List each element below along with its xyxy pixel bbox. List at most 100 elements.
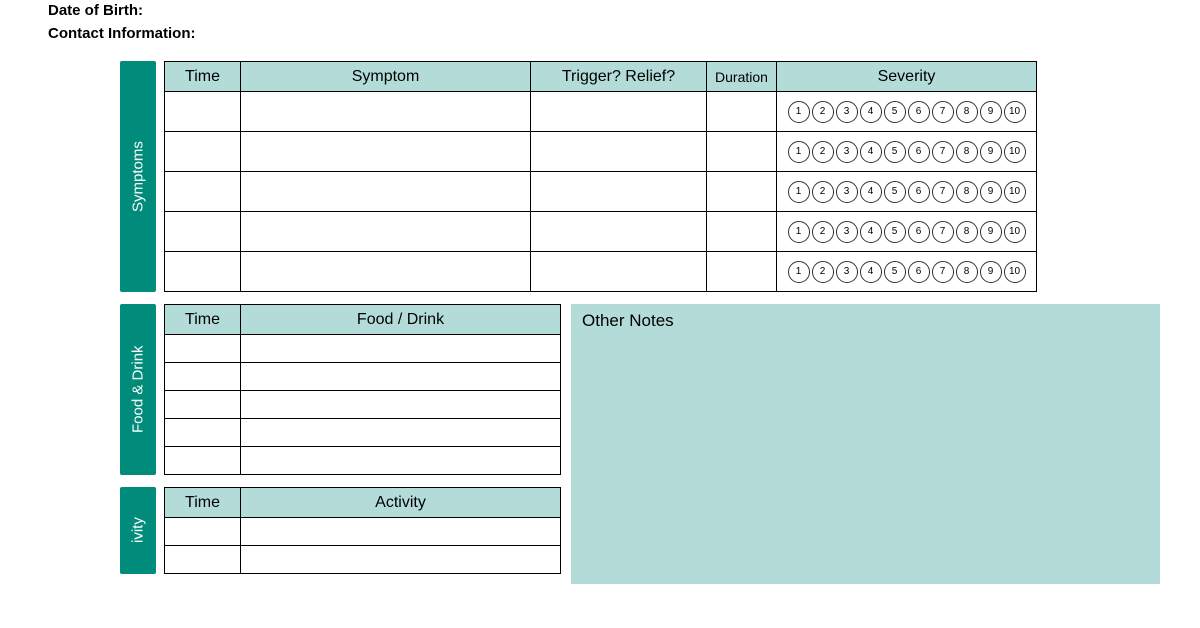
severity-cell: 12345678910 bbox=[777, 172, 1037, 212]
cell[interactable] bbox=[241, 391, 561, 419]
severity-dot[interactable]: 2 bbox=[812, 181, 834, 203]
cell[interactable] bbox=[531, 92, 707, 132]
severity-dot[interactable]: 1 bbox=[788, 141, 810, 163]
severity-dot[interactable]: 6 bbox=[908, 261, 930, 283]
cell[interactable] bbox=[165, 335, 241, 363]
severity-dot[interactable]: 6 bbox=[908, 181, 930, 203]
severity-dot[interactable]: 10 bbox=[1004, 261, 1026, 283]
cell[interactable] bbox=[241, 363, 561, 391]
severity-dot[interactable]: 5 bbox=[884, 101, 906, 123]
table-row: 12345678910 bbox=[165, 212, 1037, 252]
cell[interactable] bbox=[241, 546, 561, 574]
col-duration: Duration bbox=[707, 62, 777, 92]
severity-dot[interactable]: 4 bbox=[860, 221, 882, 243]
severity-dot[interactable]: 1 bbox=[788, 181, 810, 203]
severity-dot[interactable]: 1 bbox=[788, 261, 810, 283]
cell[interactable] bbox=[241, 252, 531, 292]
severity-cell: 12345678910 bbox=[777, 92, 1037, 132]
cell[interactable] bbox=[241, 419, 561, 447]
severity-dot[interactable]: 8 bbox=[956, 141, 978, 163]
table-row bbox=[165, 363, 561, 391]
severity-dot[interactable]: 3 bbox=[836, 261, 858, 283]
severity-dot[interactable]: 9 bbox=[980, 261, 1002, 283]
severity-dot[interactable]: 4 bbox=[860, 101, 882, 123]
cell[interactable] bbox=[165, 252, 241, 292]
severity-dot[interactable]: 8 bbox=[956, 181, 978, 203]
severity-dot[interactable]: 6 bbox=[908, 141, 930, 163]
cell[interactable] bbox=[241, 132, 531, 172]
severity-dot[interactable]: 10 bbox=[1004, 221, 1026, 243]
severity-dot[interactable]: 2 bbox=[812, 141, 834, 163]
severity-cell: 12345678910 bbox=[777, 132, 1037, 172]
symptoms-table: Time Symptom Trigger? Relief? Duration S… bbox=[164, 61, 1037, 292]
col-severity: Severity bbox=[777, 62, 1037, 92]
cell[interactable] bbox=[241, 212, 531, 252]
cell[interactable] bbox=[165, 546, 241, 574]
severity-dot[interactable]: 7 bbox=[932, 221, 954, 243]
severity-dot[interactable]: 8 bbox=[956, 261, 978, 283]
severity-dot[interactable]: 8 bbox=[956, 221, 978, 243]
cell[interactable] bbox=[165, 419, 241, 447]
severity-dot[interactable]: 5 bbox=[884, 221, 906, 243]
cell[interactable] bbox=[707, 92, 777, 132]
severity-dot[interactable]: 7 bbox=[932, 261, 954, 283]
cell[interactable] bbox=[707, 212, 777, 252]
cell[interactable] bbox=[531, 132, 707, 172]
severity-cell: 12345678910 bbox=[777, 212, 1037, 252]
cell[interactable] bbox=[165, 172, 241, 212]
table-row: 12345678910 bbox=[165, 132, 1037, 172]
table-row bbox=[165, 391, 561, 419]
cell[interactable] bbox=[707, 172, 777, 212]
severity-dot[interactable]: 7 bbox=[932, 181, 954, 203]
activity-tab: ivity bbox=[120, 487, 156, 574]
severity-dot[interactable]: 2 bbox=[812, 221, 834, 243]
col-time: Time bbox=[165, 62, 241, 92]
severity-dot[interactable]: 4 bbox=[860, 181, 882, 203]
severity-dot[interactable]: 8 bbox=[956, 101, 978, 123]
cell[interactable] bbox=[707, 132, 777, 172]
severity-dot[interactable]: 5 bbox=[884, 261, 906, 283]
cell[interactable] bbox=[165, 447, 241, 475]
cell[interactable] bbox=[165, 363, 241, 391]
cell[interactable] bbox=[531, 172, 707, 212]
cell[interactable] bbox=[241, 172, 531, 212]
cell[interactable] bbox=[707, 252, 777, 292]
severity-dot[interactable]: 10 bbox=[1004, 141, 1026, 163]
other-notes-box[interactable]: Other Notes bbox=[571, 304, 1160, 584]
severity-dot[interactable]: 3 bbox=[836, 101, 858, 123]
severity-dot[interactable]: 1 bbox=[788, 101, 810, 123]
cell[interactable] bbox=[165, 92, 241, 132]
severity-dot[interactable]: 5 bbox=[884, 181, 906, 203]
cell[interactable] bbox=[241, 447, 561, 475]
cell[interactable] bbox=[241, 518, 561, 546]
cell[interactable] bbox=[241, 335, 561, 363]
severity-dot[interactable]: 2 bbox=[812, 101, 834, 123]
cell[interactable] bbox=[531, 252, 707, 292]
cell[interactable] bbox=[165, 391, 241, 419]
cell[interactable] bbox=[165, 132, 241, 172]
severity-dot[interactable]: 9 bbox=[980, 101, 1002, 123]
severity-dot[interactable]: 10 bbox=[1004, 101, 1026, 123]
cell[interactable] bbox=[165, 212, 241, 252]
severity-dot[interactable]: 1 bbox=[788, 221, 810, 243]
severity-dot[interactable]: 9 bbox=[980, 221, 1002, 243]
cell[interactable] bbox=[531, 212, 707, 252]
severity-dot[interactable]: 3 bbox=[836, 141, 858, 163]
severity-dot[interactable]: 10 bbox=[1004, 181, 1026, 203]
severity-dot[interactable]: 4 bbox=[860, 141, 882, 163]
severity-dot[interactable]: 7 bbox=[932, 101, 954, 123]
severity-dot[interactable]: 9 bbox=[980, 141, 1002, 163]
severity-dot[interactable]: 9 bbox=[980, 181, 1002, 203]
severity-dot[interactable]: 5 bbox=[884, 141, 906, 163]
severity-dot[interactable]: 6 bbox=[908, 101, 930, 123]
severity-dot[interactable]: 3 bbox=[836, 181, 858, 203]
severity-dot[interactable]: 3 bbox=[836, 221, 858, 243]
cell[interactable] bbox=[165, 518, 241, 546]
severity-dot[interactable]: 4 bbox=[860, 261, 882, 283]
severity-dot[interactable]: 7 bbox=[932, 141, 954, 163]
severity-dot[interactable]: 6 bbox=[908, 221, 930, 243]
severity-dot[interactable]: 2 bbox=[812, 261, 834, 283]
activity-table: Time Activity bbox=[164, 487, 561, 574]
cell[interactable] bbox=[241, 92, 531, 132]
food-table: Time Food / Drink bbox=[164, 304, 561, 475]
